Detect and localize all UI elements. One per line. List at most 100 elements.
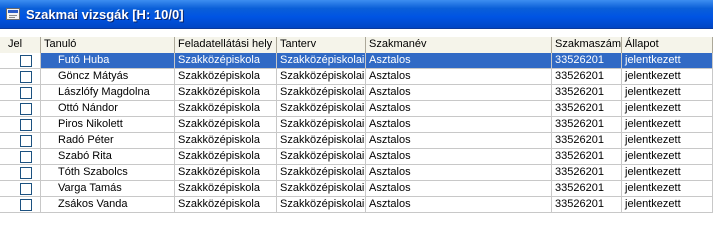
cell-szakmaszam: 33526201	[552, 101, 622, 117]
cell-tanterv: Szakközépiskolai	[277, 197, 366, 213]
cell-tanulo: Ottó Nándor	[41, 101, 175, 117]
cell-feladatellatasi-hely: Szakközépiskola	[175, 117, 277, 133]
cell-jel[interactable]	[0, 85, 41, 101]
cell-szakmanev: Asztalos	[366, 85, 552, 101]
cell-feladatellatasi-hely: Szakközépiskola	[175, 197, 277, 213]
cell-jel[interactable]	[0, 165, 41, 181]
cell-jel[interactable]	[0, 117, 41, 133]
cell-allapot: jelentkezett	[622, 149, 713, 165]
table-row[interactable]: Ottó Nándor Szakközépiskola Szakközépiskol…	[0, 101, 713, 117]
cell-tanterv: Szakközépiskolai	[277, 53, 366, 69]
table-header: Jel Tanuló Feladatellátási hely Tanterv Szak…	[0, 37, 713, 53]
cell-tanulo: Göncz Mátyás	[41, 69, 175, 85]
column-header-jel[interactable]: Jel	[0, 37, 41, 53]
table-row[interactable]: Szabó Rita Szakközépiskola Szakközépiskola…	[0, 149, 713, 165]
cell-feladatellatasi-hely: Szakközépiskola	[175, 149, 277, 165]
table-row[interactable]: Zsákos Vanda Szakközépiskola Szakközépisko…	[0, 197, 713, 213]
cell-tanulo: Szabó Rita	[41, 149, 175, 165]
cell-szakmanev: Asztalos	[366, 69, 552, 85]
cell-feladatellatasi-hely: Szakközépiskola	[175, 165, 277, 181]
table-row[interactable]: Futó Huba Szakközépiskola Szakközépiskolai…	[0, 53, 713, 69]
cell-feladatellatasi-hely: Szakközépiskola	[175, 85, 277, 101]
cell-szakmaszam: 33526201	[552, 197, 622, 213]
cell-allapot: jelentkezett	[622, 181, 713, 197]
cell-szakmaszam: 33526201	[552, 165, 622, 181]
cell-allapot: jelentkezett	[622, 133, 713, 149]
table-row[interactable]: Göncz Mátyás Szakközépiskola Szakközépisko…	[0, 69, 713, 85]
table-row[interactable]: Varga Tamás Szakközépiskola Szakközépiskol…	[0, 181, 713, 197]
row-checkbox[interactable]	[20, 151, 32, 163]
cell-allapot: jelentkezett	[622, 165, 713, 181]
cell-allapot: jelentkezett	[622, 85, 713, 101]
cell-szakmanev: Asztalos	[366, 101, 552, 117]
cell-szakmanev: Asztalos	[366, 197, 552, 213]
cell-szakmanev: Asztalos	[366, 117, 552, 133]
table-row[interactable]: Lászlófy Magdolna Szakközépiskola Szakközé…	[0, 85, 713, 101]
cell-tanulo: Piros Nikolett	[41, 117, 175, 133]
cell-feladatellatasi-hely: Szakközépiskola	[175, 133, 277, 149]
cell-allapot: jelentkezett	[622, 69, 713, 85]
cell-allapot: jelentkezett	[622, 101, 713, 117]
column-header-tanulo[interactable]: Tanuló	[41, 37, 175, 53]
cell-feladatellatasi-hely: Szakközépiskola	[175, 101, 277, 117]
cell-szakmaszam: 33526201	[552, 85, 622, 101]
cell-allapot: jelentkezett	[622, 197, 713, 213]
cell-szakmaszam: 33526201	[552, 181, 622, 197]
cell-tanterv: Szakközépiskolai	[277, 69, 366, 85]
cell-tanterv: Szakközépiskolai	[277, 117, 366, 133]
cell-szakmaszam: 33526201	[552, 53, 622, 69]
cell-feladatellatasi-hely: Szakközépiskola	[175, 69, 277, 85]
cell-tanulo: Zsákos Vanda	[41, 197, 175, 213]
cell-feladatellatasi-hely: Szakközépiskola	[175, 181, 277, 197]
cell-szakmaszam: 33526201	[552, 117, 622, 133]
cell-szakmanev: Asztalos	[366, 181, 552, 197]
cell-tanterv: Szakközépiskolai	[277, 101, 366, 117]
cell-tanulo: Futó Huba	[41, 53, 175, 69]
cell-szakmanev: Asztalos	[366, 133, 552, 149]
window-list-icon	[6, 8, 20, 20]
cell-szakmaszam: 33526201	[552, 149, 622, 165]
row-checkbox[interactable]	[20, 167, 32, 179]
cell-szakmanev: Asztalos	[366, 53, 552, 69]
cell-tanulo: Lászlófy Magdolna	[41, 85, 175, 101]
cell-jel[interactable]	[0, 53, 41, 69]
row-checkbox[interactable]	[20, 87, 32, 99]
cell-jel[interactable]	[0, 133, 41, 149]
cell-jel[interactable]	[0, 181, 41, 197]
cell-jel[interactable]	[0, 69, 41, 85]
table-row[interactable]: Piros Nikolett Szakközépiskola Szakközépis…	[0, 117, 713, 133]
cell-tanterv: Szakközépiskolai	[277, 181, 366, 197]
row-checkbox[interactable]	[20, 71, 32, 83]
table-row[interactable]: Radó Péter Szakközépiskola Szakközépiskola…	[0, 133, 713, 149]
cell-tanterv: Szakközépiskolai	[277, 149, 366, 165]
row-checkbox[interactable]	[20, 55, 32, 67]
window-titlebar[interactable]: Szakmai vizsgák [H: 10/0]	[0, 0, 713, 29]
cell-tanulo: Tóth Szabolcs	[41, 165, 175, 181]
cell-tanterv: Szakközépiskolai	[277, 85, 366, 101]
window-title: Szakmai vizsgák [H: 10/0]	[26, 6, 184, 22]
column-header-allapot[interactable]: Állapot	[622, 37, 713, 53]
cell-szakmanev: Asztalos	[366, 149, 552, 165]
cell-feladatellatasi-hely: Szakközépiskola	[175, 53, 277, 69]
cell-szakmaszam: 33526201	[552, 133, 622, 149]
cell-tanterv: Szakközépiskolai	[277, 165, 366, 181]
cell-jel[interactable]	[0, 149, 41, 165]
column-header-szakmanev[interactable]: Szakmanév	[366, 37, 552, 53]
cell-allapot: jelentkezett	[622, 53, 713, 69]
column-header-feladatellatasi-hely[interactable]: Feladatellátási hely	[175, 37, 277, 53]
cell-szakmanev: Asztalos	[366, 165, 552, 181]
row-checkbox[interactable]	[20, 119, 32, 131]
row-checkbox[interactable]	[20, 183, 32, 195]
column-header-tanterv[interactable]: Tanterv	[277, 37, 366, 53]
cell-jel[interactable]	[0, 101, 41, 117]
cell-tanulo: Varga Tamás	[41, 181, 175, 197]
row-checkbox[interactable]	[20, 103, 32, 115]
cell-allapot: jelentkezett	[622, 117, 713, 133]
cell-jel[interactable]	[0, 197, 41, 213]
column-header-szakmaszam[interactable]: Szakmaszám	[552, 37, 622, 53]
cell-tanulo: Radó Péter	[41, 133, 175, 149]
row-checkbox[interactable]	[20, 199, 32, 211]
table-row[interactable]: Tóth Szabolcs Szakközépiskola Szakközépisk…	[0, 165, 713, 181]
cell-szakmaszam: 33526201	[552, 69, 622, 85]
row-checkbox[interactable]	[20, 135, 32, 147]
